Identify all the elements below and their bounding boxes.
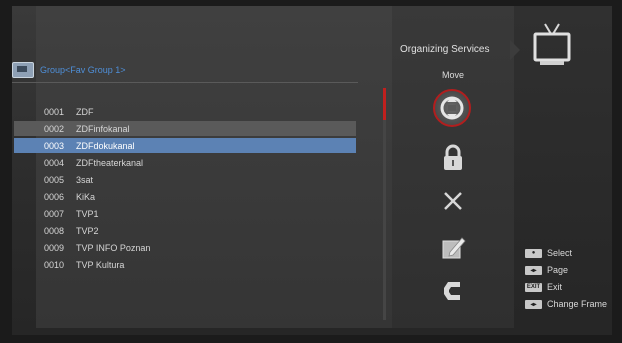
tv-icon [533,23,571,65]
channel-name: ZDFdokukanal [76,140,135,151]
help-select-label: Select [547,248,573,258]
channel-number: 0003 [44,140,65,151]
channel-name: KiKa [76,191,96,202]
channel-name: TVP INFO Poznan [76,242,151,253]
channel-name: TVP Kultura [76,259,125,270]
rename-button[interactable] [435,230,471,266]
channel-row[interactable]: 0004 ZDFtheaterkanal [14,155,356,170]
channel-row[interactable]: 0009 TVP INFO Poznan [14,240,356,255]
channel-name: 3sat [76,174,94,185]
channel-row[interactable]: 0001 ZDF [14,104,356,119]
move-button[interactable] [433,89,471,127]
list-scrollbar-track[interactable] [383,88,386,320]
delete-icon [444,192,462,210]
page-key-icon: ◂▸ [525,265,542,275]
group-title: Group<Fav Group 1> [40,65,126,75]
channel-number: 0006 [44,191,65,202]
help-page: ◂▸ Page [525,265,615,275]
lock-icon [444,144,462,170]
rename-icon [442,237,466,259]
channel-number: 0008 [44,225,65,236]
channel-name: ZDFtheaterkanal [76,157,144,168]
header-divider [12,82,358,83]
panel-title: Organizing Services [400,44,490,55]
skip-icon [444,282,460,300]
lock-button[interactable] [435,140,471,176]
channel-row[interactable]: 0006 KiKa [14,189,356,204]
mode-label: Move [441,70,464,80]
delete-button[interactable] [435,183,471,219]
channel-number: 0004 [44,157,65,168]
channel-number: 0009 [44,242,65,253]
channel-name: ZDFinfokanal [76,123,130,134]
skip-button[interactable] [435,273,471,309]
channel-number: 0001 [44,106,65,117]
channel-list: 0001 ZDF 0002 ZDFinfokanal 0003 ZDFdokuk… [14,104,356,274]
panel-pointer [510,40,520,60]
move-icon [440,96,464,120]
help-select: ● Select [525,248,615,258]
help-change-frame-label: Change Frame [547,299,608,309]
channel-number: 0005 [44,174,65,185]
help-exit: EXIT Exit [525,282,615,292]
channel-row-marked[interactable]: 0002 ZDFinfokanal [14,121,356,136]
help-change-frame: ◂▸ Change Frame [525,299,615,309]
group-header: Group<Fav Group 1> [12,60,362,80]
channel-row[interactable]: 0008 TVP2 [14,223,356,238]
channel-row-selected[interactable]: 0003 ZDFdokukanal [14,138,356,153]
channel-row[interactable]: 0007 TVP1 [14,206,356,221]
help-exit-label: Exit [547,282,563,292]
channel-row[interactable]: 0010 TVP Kultura [14,257,356,272]
help-page-label: Page [547,265,569,275]
ok-key-icon: ● [525,248,542,258]
arrow-key-icon: ◂▸ [525,299,542,309]
channel-row[interactable]: 0005 3sat [14,172,356,187]
channel-name: TVP1 [76,208,99,219]
channel-number: 0007 [44,208,65,219]
channel-name: TVP2 [76,225,99,236]
channel-name: ZDF [76,106,94,117]
tv-group-icon [12,62,34,78]
channel-number: 0010 [44,259,65,270]
list-scrollbar-thumb[interactable] [383,88,386,120]
exit-key-icon: EXIT [525,282,542,292]
channel-number: 0002 [44,123,65,134]
